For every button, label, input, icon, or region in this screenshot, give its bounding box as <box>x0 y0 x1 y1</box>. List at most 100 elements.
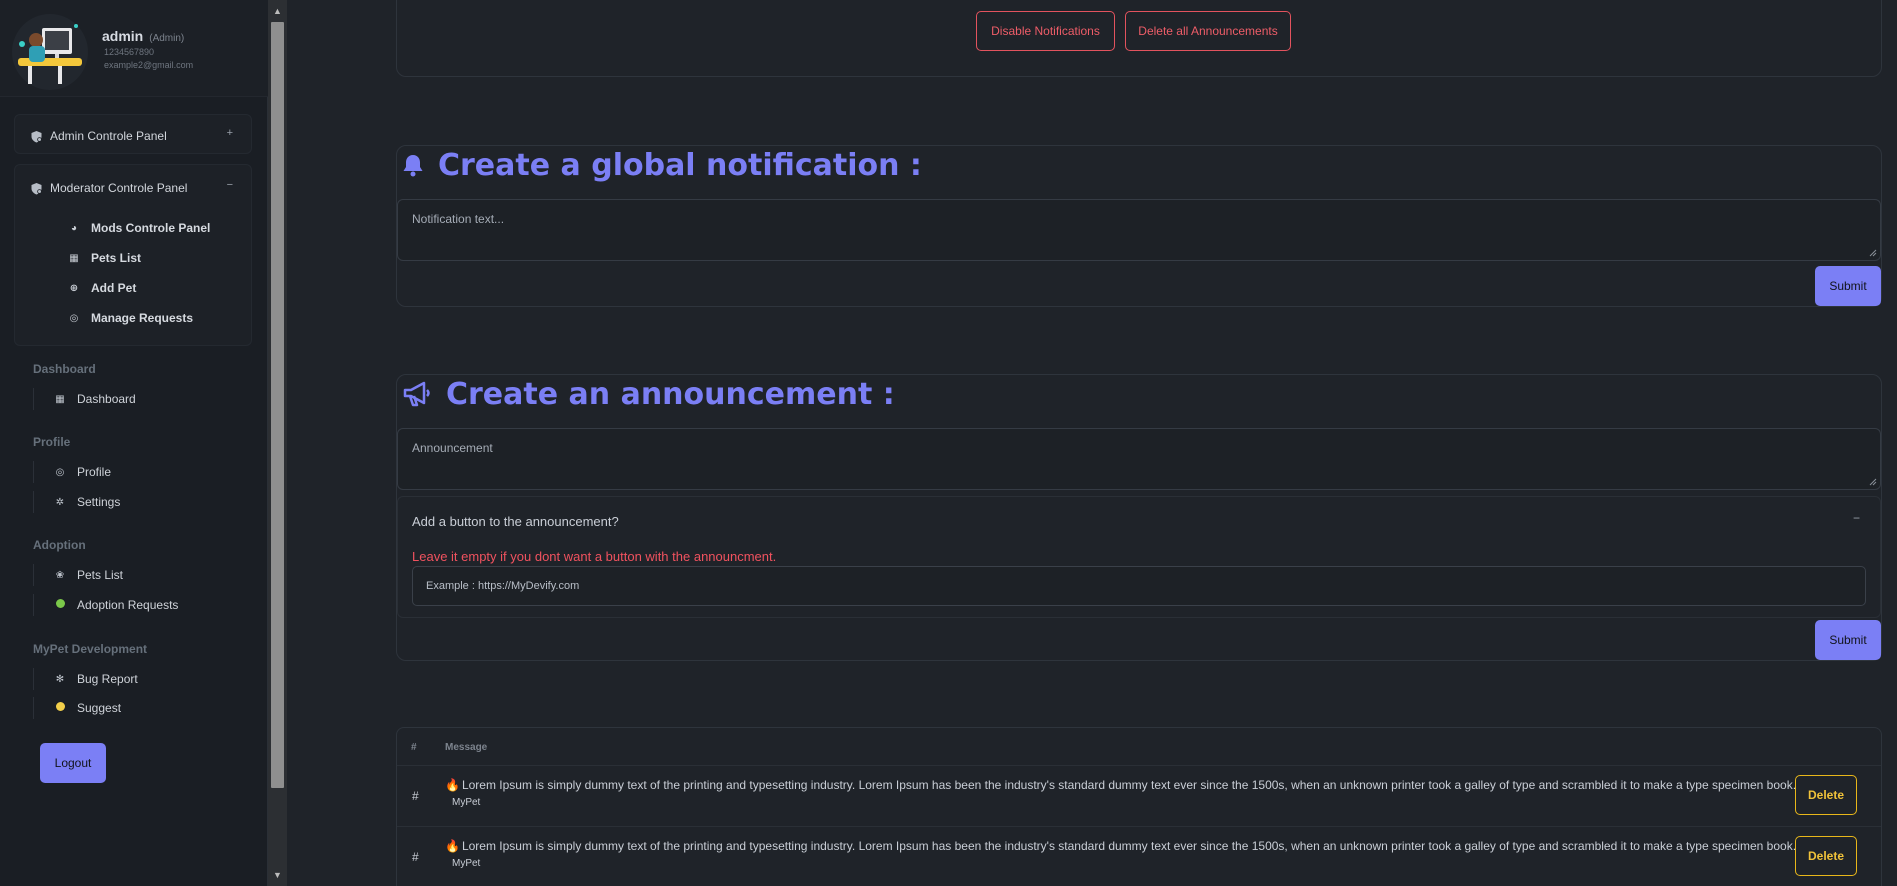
sidebar-item-suggest[interactable]: Suggest <box>33 697 121 719</box>
sidebar-item-label: Bug Report <box>77 672 138 686</box>
bug-icon: ✻ <box>55 673 65 685</box>
yellow-dot-icon <box>54 702 66 714</box>
moderator-panel-label: Moderator Controle Panel <box>50 181 188 195</box>
sidebar-item-adoption-requests[interactable]: Adoption Requests <box>33 594 178 616</box>
sidebar-item-label: Suggest <box>77 701 122 715</box>
profile-card: admin (Admin) 1234567890 example2@gmail.c… <box>0 0 268 97</box>
section-label-adoption: Adoption <box>33 538 86 552</box>
row-author: MyPet <box>452 797 481 808</box>
table-row: # 🔥 Lorem Ipsum is simply dummy text of t… <box>397 826 1881 886</box>
fire-icon: 🔥 <box>445 839 460 853</box>
resize-handle-icon[interactable] <box>1869 249 1877 257</box>
admin-panel-header[interactable]: Admin Controle Panel <box>29 129 167 143</box>
sidebar-item-mods-controle-panel[interactable]: ◕ Mods Controle Panel <box>68 221 210 235</box>
notification-placeholder: Notification text... <box>412 212 505 226</box>
announcement-button-accordion: Add a button to the announcement? − Leav… <box>397 496 1881 618</box>
sidebar-item-mod-pets-list[interactable]: ▦ Pets List <box>68 251 141 265</box>
row-index: # <box>412 850 419 864</box>
sidebar-item-pets-list[interactable]: ❀ Pets List <box>33 564 123 586</box>
sidebar-item-label: Mods Controle Panel <box>91 221 211 235</box>
sidebar-scrollbar[interactable]: ▲ ▼ <box>268 0 287 886</box>
url-placeholder: Example : https://MyDevify.com <box>426 580 580 592</box>
table-header-message: Message <box>445 742 488 753</box>
profile-role: (Admin) <box>149 33 185 44</box>
moderator-panel-toggle[interactable]: − <box>227 179 233 191</box>
sidebar-item-label: Pets List <box>77 568 124 582</box>
announcement-submit-button[interactable]: Submit <box>1815 620 1881 660</box>
announcement-button-url-input[interactable]: Example : https://MyDevify.com <box>412 566 1866 606</box>
sidebar-item-manage-requests[interactable]: ◎ Manage Requests <box>68 311 193 325</box>
row-message: 🔥 Lorem Ipsum is simply dummy text of the… <box>445 839 1796 853</box>
user-circle-icon: ◎ <box>55 466 65 478</box>
moderator-panel-header[interactable]: Moderator Controle Panel <box>29 181 187 195</box>
list-icon: ▦ <box>69 252 79 264</box>
sidebar-item-settings[interactable]: ✲ Settings <box>33 491 120 513</box>
sidebar-item-add-pet[interactable]: ⊕ Add Pet <box>68 281 137 295</box>
notification-actions-card: Disable Notifications Delete all Announc… <box>396 0 1882 77</box>
sidebar-item-label: Adoption Requests <box>77 598 179 612</box>
sidebar-item-label: Manage Requests <box>91 311 194 325</box>
admin-panel-label: Admin Controle Panel <box>50 129 167 143</box>
resize-handle-icon[interactable] <box>1869 478 1877 486</box>
sidebar-item-label: Profile <box>77 465 112 479</box>
palette-icon: ◕ <box>70 222 78 234</box>
sidebar: admin (Admin) 1234567890 example2@gmail.c… <box>0 0 268 886</box>
megaphone-icon <box>403 381 430 407</box>
announcement-placeholder: Announcement <box>412 441 493 455</box>
row-message-text: Lorem Ipsum is simply dummy text of the … <box>461 839 1797 853</box>
shield-icon <box>29 181 43 195</box>
delete-button[interactable]: Delete <box>1795 775 1857 815</box>
row-author: MyPet <box>452 858 481 869</box>
avatar <box>12 14 88 90</box>
profile-phone: 1234567890 <box>104 47 155 57</box>
user-circle-icon: ◎ <box>69 312 79 324</box>
scroll-thumb[interactable] <box>271 22 284 788</box>
announcement-text-input[interactable]: Announcement <box>397 428 1881 490</box>
green-dot-icon <box>54 599 66 611</box>
shield-icon <box>29 129 43 143</box>
table-row: # 🔥 Lorem Ipsum is simply dummy text of t… <box>397 765 1881 826</box>
logout-button[interactable]: Logout <box>40 743 106 783</box>
row-message-text: Lorem Ipsum is simply dummy text of the … <box>461 778 1797 792</box>
row-message: 🔥 Lorem Ipsum is simply dummy text of the… <box>445 778 1796 792</box>
scroll-up-arrow-icon[interactable]: ▲ <box>268 0 287 22</box>
delete-button[interactable]: Delete <box>1795 836 1857 876</box>
scroll-down-arrow-icon[interactable]: ▼ <box>268 864 287 886</box>
profile-username: admin <box>102 28 144 44</box>
notification-title-text: Create a global notification : <box>438 147 922 183</box>
fire-icon: 🔥 <box>445 778 460 792</box>
accordion-collapse-toggle[interactable]: − <box>1853 511 1860 525</box>
paw-icon: ❀ <box>55 569 65 581</box>
app-root: admin (Admin) 1234567890 example2@gmail.c… <box>0 0 1897 886</box>
section-label-profile: Profile <box>33 435 71 449</box>
bell-icon <box>403 155 423 177</box>
table-header-index: # <box>411 742 417 753</box>
delete-all-announcements-button[interactable]: Delete all Announcements <box>1125 11 1291 51</box>
section-label-mypet-development: MyPet Development <box>33 642 148 656</box>
announcement-button-warning: Leave it empty if you dont want a button… <box>412 549 777 564</box>
row-index: # <box>412 789 419 803</box>
sidebar-item-label: Add Pet <box>91 281 137 295</box>
gear-icon: ✲ <box>55 496 65 508</box>
announcement-title-text: Create an announcement : <box>446 376 895 412</box>
notification-submit-button[interactable]: Submit <box>1815 266 1881 306</box>
notification-text-input[interactable]: Notification text... <box>397 199 1881 261</box>
notification-title: Create a global notification : <box>402 145 922 185</box>
admin-panel-toggle[interactable]: + <box>227 127 233 139</box>
sidebar-item-profile[interactable]: ◎ Profile <box>33 461 111 483</box>
sidebar-item-bug-report[interactable]: ✻ Bug Report <box>33 668 138 690</box>
grid-icon: ▦ <box>55 393 65 405</box>
announcement-button-question[interactable]: Add a button to the announcement? <box>412 514 619 529</box>
disable-notifications-button[interactable]: Disable Notifications <box>976 11 1115 51</box>
sidebar-item-label: Pets List <box>91 251 142 265</box>
plus-circle-icon: ⊕ <box>69 282 79 294</box>
announcements-table: # Message # 🔥 Lorem Ipsum is simply dummy… <box>396 727 1882 886</box>
section-label-dashboard: Dashboard <box>33 362 96 376</box>
profile-name: admin (Admin) <box>102 28 184 44</box>
announcement-title: Create an announcement : <box>402 374 895 414</box>
sidebar-item-label: Dashboard <box>77 392 136 406</box>
sidebar-item-dashboard[interactable]: ▦ Dashboard <box>33 388 136 410</box>
admin-panel-accordion[interactable]: Admin Controle Panel + <box>14 114 252 154</box>
sidebar-item-label: Settings <box>77 495 121 509</box>
profile-email: example2@gmail.com <box>104 60 194 70</box>
